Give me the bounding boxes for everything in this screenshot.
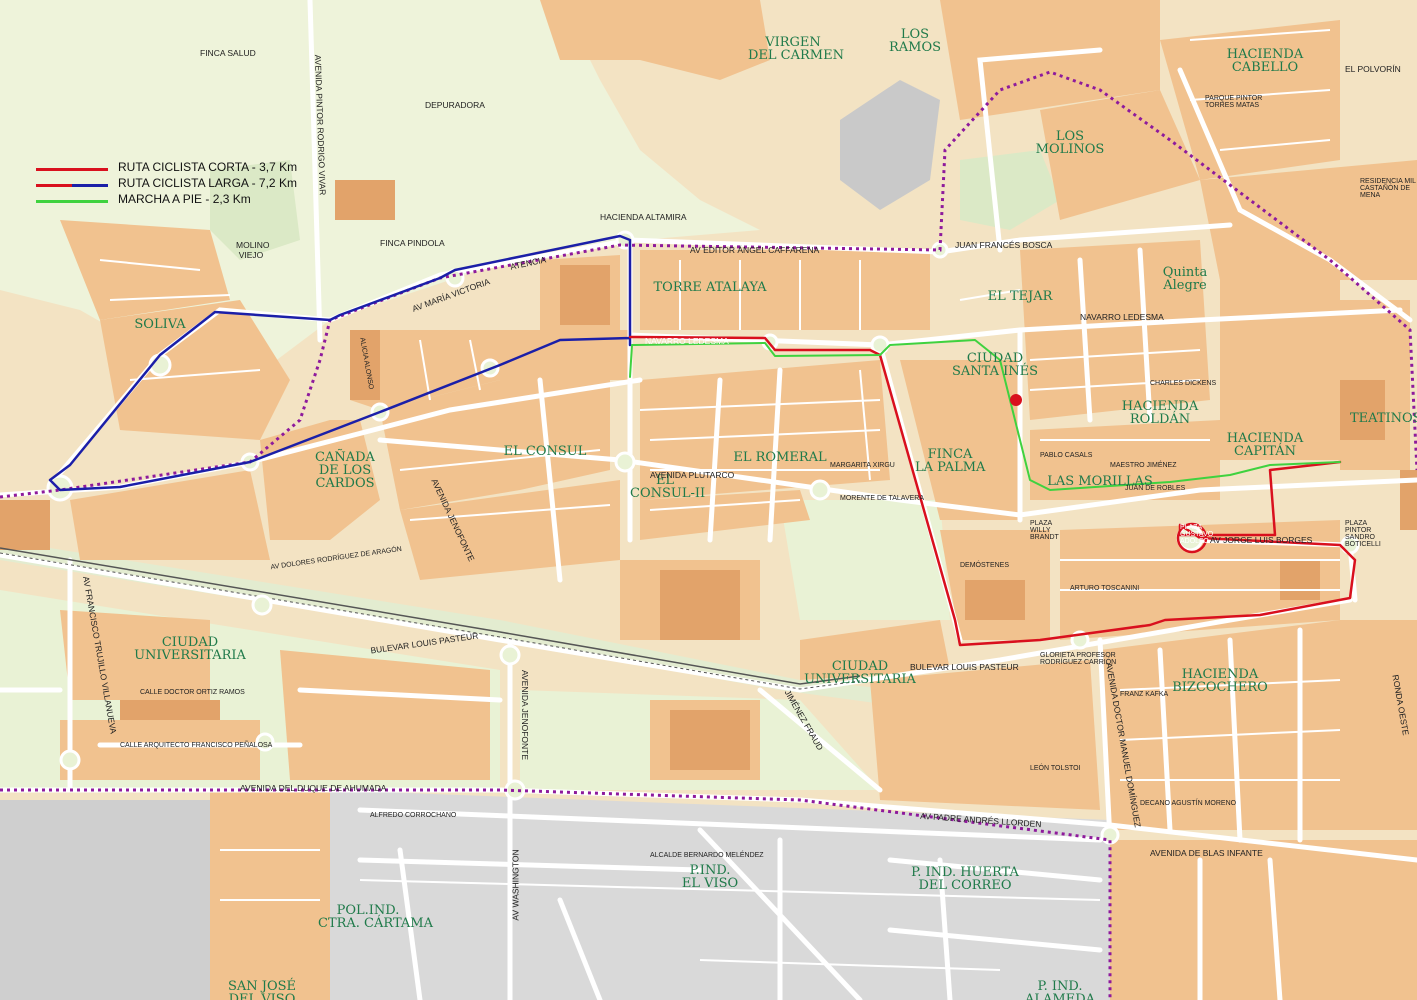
street-label: GLORIETA PROFESOR RODRÍGUEZ CARRIÓN <box>1040 652 1117 666</box>
district-label: CIUDAD UNIVERSITARIA <box>804 659 916 687</box>
district-label: EL TEJAR <box>987 289 1053 304</box>
start-point-icon <box>1010 394 1022 406</box>
street-label: LEÓN TOLSTOI <box>1030 765 1081 772</box>
street-label: ALCALDE BERNARDO MELÉNDEZ <box>650 852 764 859</box>
legend-swatch-green <box>36 200 108 203</box>
street-label: MARGARITA XIRGU <box>830 462 895 469</box>
legend-label: MARCHA A PIE - 2,3 Km <box>118 192 251 206</box>
street-label: AV EDITOR ÁNGEL CAFFARENA <box>690 245 820 255</box>
street-label: FINCA SALUD <box>200 48 256 58</box>
district-label: TEATINOS <box>1350 411 1417 426</box>
street-label: DEMÓSTENES <box>960 562 1010 569</box>
street-label: CALLE DOCTOR ORTIZ RAMOS <box>140 689 245 696</box>
district-label: EL CONSUL <box>503 444 587 459</box>
industrial-area-southwest <box>0 800 210 1000</box>
district-label: SAN JOSÉ DEL VISO <box>227 979 297 1000</box>
legend-item-walk-route: MARCHA A PIE - 2,3 Km <box>36 192 336 208</box>
street-label: DEPURADORA <box>425 100 485 110</box>
street-label: CALLE ARQUITECTO FRANCISCO PEÑALOSA <box>120 742 273 749</box>
street-label: ARTURO TOSCANINI <box>1070 585 1140 592</box>
legend-swatch-red-blue <box>36 184 108 187</box>
street-label: JUAN DE ROBLES <box>1125 485 1186 492</box>
district-label: Quinta Alegre <box>1162 265 1208 293</box>
district-label: VIRGEN DEL CARMEN <box>748 35 844 63</box>
legend-label: RUTA CICLISTA LARGA - 7,2 Km <box>118 176 297 190</box>
district-label: HACIENDA ROLDÁN <box>1121 399 1199 427</box>
street-label: EL POLVORÍN <box>1345 64 1401 74</box>
district-label: CIUDAD UNIVERSITARIA <box>134 635 246 663</box>
district-label: HACIENDA CABELLO <box>1226 47 1304 75</box>
block-southeast <box>1110 840 1417 1000</box>
legend-item-short-route: RUTA CICLISTA CORTA - 3,7 Km <box>36 160 336 176</box>
street-label: NAVARRO LEDESMA <box>1080 312 1164 322</box>
map-legend: RUTA CICLISTA CORTA - 3,7 Km RUTA CICLIS… <box>36 160 336 208</box>
san-jose-del-viso-block <box>210 790 330 1000</box>
street-label: JUAN FRANCÉS BOSCA <box>955 240 1053 250</box>
street-label: AVENIDA DE BLAS INFANTE <box>1150 848 1263 858</box>
street-label: FRANZ KAFKA <box>1120 691 1169 698</box>
district-label: P. IND. HUERTA DEL CORREO <box>911 865 1019 893</box>
street-label: MAESTRO JIMÉNEZ <box>1110 462 1177 469</box>
street-label: PLAZA WILLY BRANDT <box>1030 520 1059 541</box>
district-label: HACIENDA CAPITÁN <box>1226 431 1304 459</box>
street-label: PLAZA GUSTAVO ADOLFO <box>1180 524 1214 545</box>
district-label: SOLIVA <box>134 317 186 332</box>
district-label: POL.IND. CTRA. CÁRTAMA <box>318 903 434 931</box>
district-label: LOS MOLINOS <box>1035 129 1105 157</box>
street-label: RESIDENCIA MIL CASTAÑÓN DE MENA <box>1360 178 1416 199</box>
street-label: MOLINO VIEJO <box>236 240 270 260</box>
district-label: P. IND. ALAMEDA <box>1024 979 1096 1000</box>
district-label: CIUDAD SANTA INÉS <box>951 351 1039 379</box>
street-label: PABLO CASALS <box>1040 452 1093 459</box>
district-label: LOS RAMOS <box>888 27 942 55</box>
street-label: AV JORGE LUIS BORGES <box>1210 535 1313 545</box>
street-label: MORENTE DE TALAVERA <box>840 495 925 502</box>
street-label: AV WASHINGTON <box>510 849 521 921</box>
street-label: PARQUE PINTOR TORRES MATAS <box>1205 95 1263 109</box>
legend-label: RUTA CICLISTA CORTA - 3,7 Km <box>118 160 298 174</box>
street-label: BULEVAR LOUIS PASTEUR <box>910 662 1019 672</box>
street-label: CHARLES DICKENS <box>1150 380 1217 387</box>
street-label: HACIENDA ALTAMIRA <box>600 212 687 222</box>
district-label: HACIENDA BIZCOCHERO <box>1172 667 1268 695</box>
street-label: AVENIDA DEL DUQUE DE AHUMADA <box>240 783 387 793</box>
street-label: DECANO AGUSTÍN MORENO <box>1140 800 1237 807</box>
legend-swatch-red <box>36 168 108 171</box>
district-label: EL ROMERAL <box>733 450 827 465</box>
legend-item-long-route: RUTA CICLISTA LARGA - 7,2 Km <box>36 176 336 192</box>
district-label: TORRE ATALAYA <box>653 280 767 295</box>
district-label: FINCA LA PALMA <box>915 447 986 475</box>
street-label: NAVARRO LEDESMA <box>645 336 729 346</box>
district-label: P.IND. EL VISO <box>681 863 739 891</box>
street-label: AVENIDA PLUTARCO <box>650 470 735 480</box>
district-label: CAÑADA DE LOS CARDOS <box>315 450 375 491</box>
map-view[interactable]: RUTA CICLISTA CORTA - 3,7 Km RUTA CICLIS… <box>0 0 1417 1000</box>
street-label: PLAZA PINTOR SANDRO BOTICELLI <box>1345 520 1381 548</box>
street-label: AVENIDA JENOFONTE <box>520 669 531 761</box>
street-label: ALFREDO CORROCHANO <box>370 812 457 819</box>
street-label: FINCA PINDOLA <box>380 238 445 248</box>
